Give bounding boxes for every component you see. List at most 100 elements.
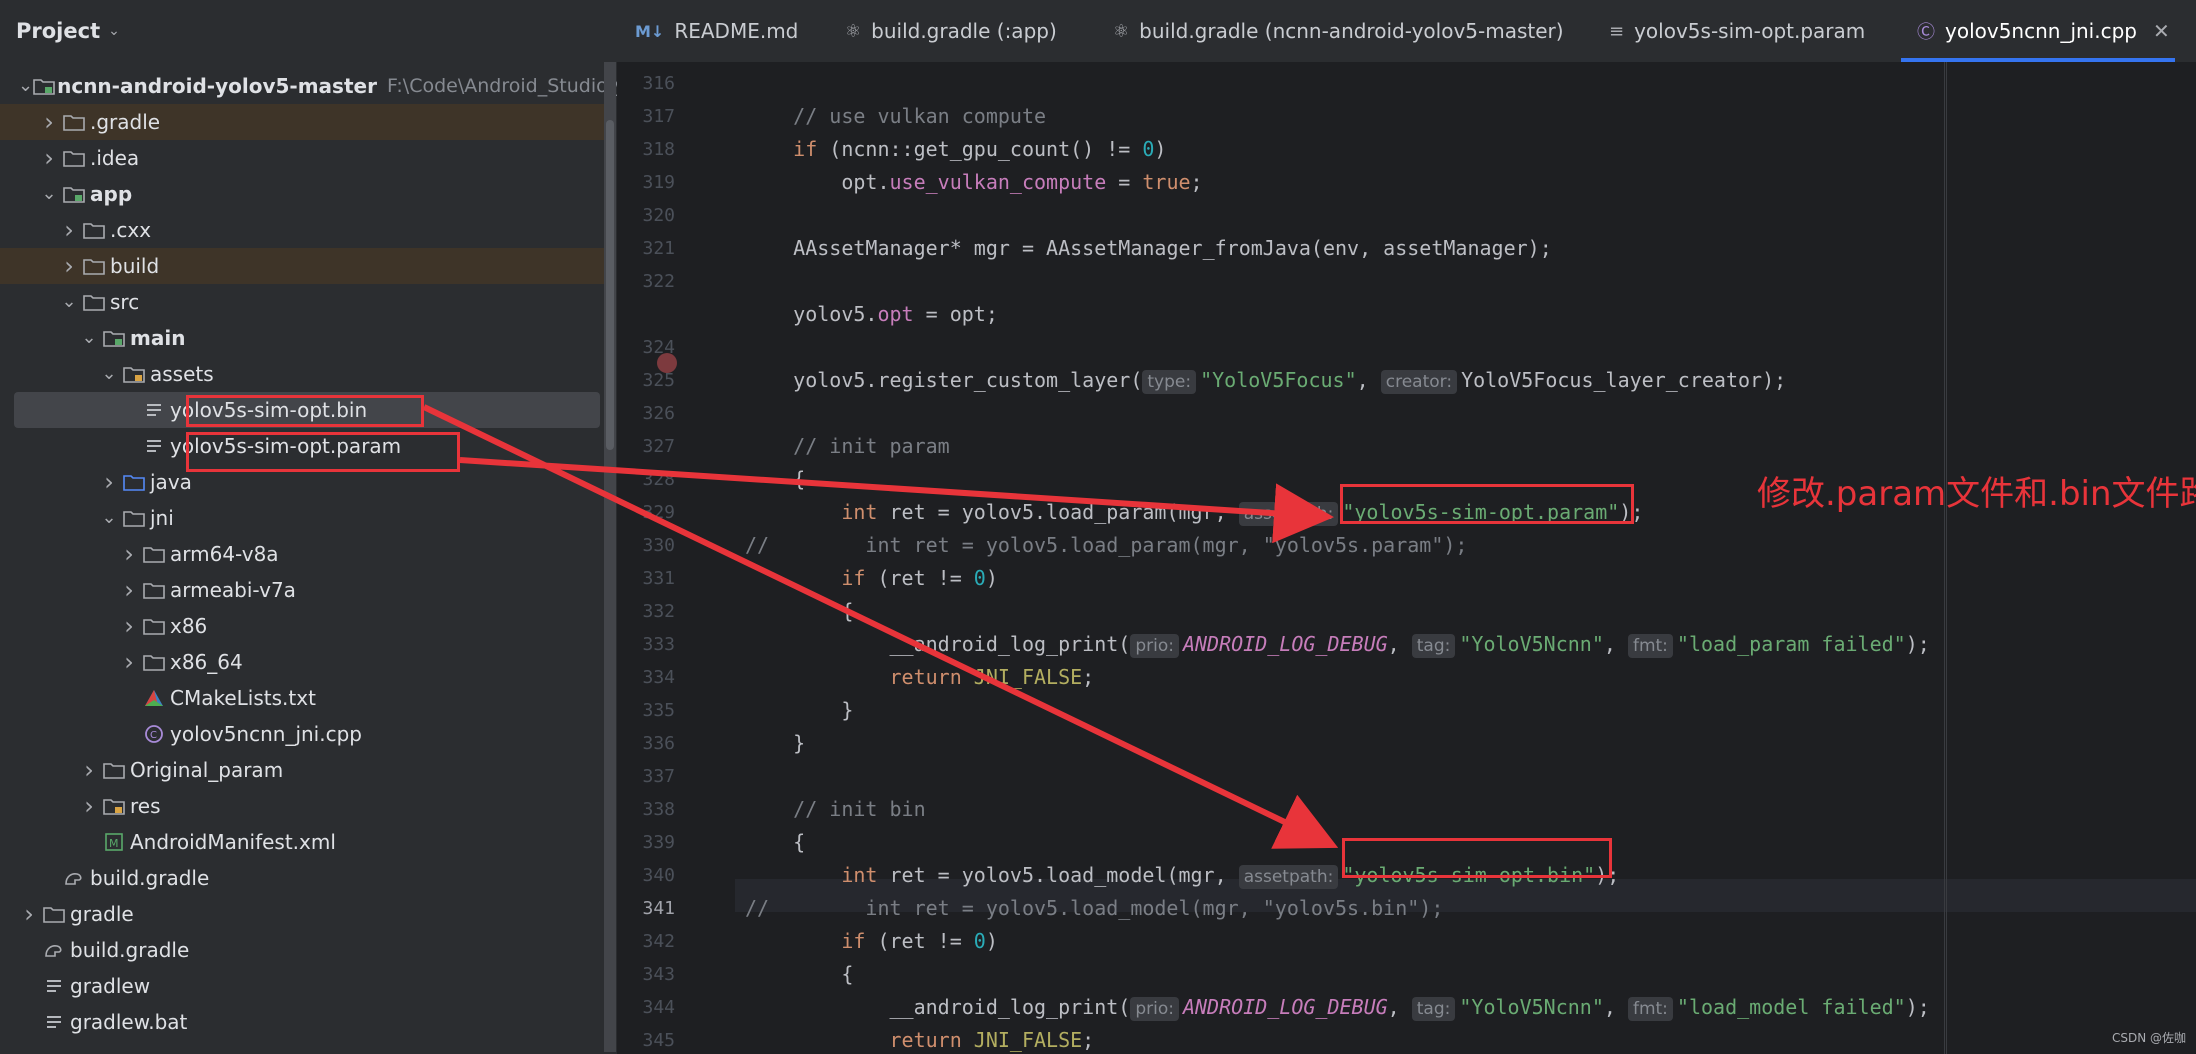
tab-param-file[interactable]: ≡ yolov5s-sim-opt.param: [1609, 0, 1865, 62]
tree-scrollbar-thumb[interactable]: [606, 120, 614, 450]
tree-item[interactable]: ⌄ app: [0, 176, 604, 212]
tree-item[interactable]: › build: [0, 248, 604, 284]
line-number[interactable]: [617, 298, 675, 331]
tree-item[interactable]: M AndroidManifest.xml: [0, 824, 604, 860]
line-number[interactable]: 319: [617, 166, 675, 199]
code-line: {: [793, 467, 806, 491]
chevron-right-icon[interactable]: ›: [18, 896, 40, 932]
tree-item[interactable]: › armeabi-v7a: [0, 572, 604, 608]
chevron-down-icon[interactable]: ⌄: [38, 176, 60, 212]
line-number[interactable]: 334: [617, 661, 675, 694]
line-number[interactable]: 341: [617, 892, 675, 925]
line-number[interactable]: 322: [617, 265, 675, 298]
tree-item[interactable]: gradlew: [0, 968, 604, 1004]
tree-item-label: .gradle: [90, 110, 161, 134]
tab-build-gradle-app[interactable]: ⚛ build.gradle (:app): [845, 0, 1057, 62]
tree-item[interactable]: › res: [0, 788, 604, 824]
line-number[interactable]: 336: [617, 727, 675, 760]
chevron-right-icon[interactable]: ›: [98, 464, 120, 500]
tab-readme[interactable]: M↓ README.md: [635, 0, 798, 62]
chevron-right-icon[interactable]: ›: [58, 248, 80, 284]
code-line: return JNI_FALSE;: [889, 665, 1095, 689]
gutter[interactable]: 316 317 318 319 320 321 322 324 325 326 327 328 329 3…: [617, 62, 735, 1054]
svg-text:M: M: [109, 837, 119, 850]
line-number[interactable]: 316: [617, 67, 675, 100]
line-number[interactable]: 317: [617, 100, 675, 133]
chevron-down-icon[interactable]: ⌄: [108, 23, 120, 39]
line-number[interactable]: 326: [617, 397, 675, 430]
line-number[interactable]: 330: [617, 529, 675, 562]
tree-item[interactable]: › Original_param: [0, 752, 604, 788]
chevron-right-icon[interactable]: ›: [118, 572, 140, 608]
parameter-hint: creator:: [1380, 370, 1458, 394]
project-header[interactable]: Project ⌄: [0, 0, 617, 62]
tree-item[interactable]: › gradle: [0, 896, 604, 932]
tree-item[interactable]: CMakeLists.txt: [0, 680, 604, 716]
tab-cpp-file[interactable]: Ⓒ yolov5ncnn_jni.cpp ✕: [1917, 0, 2170, 62]
tab-build-gradle-project[interactable]: ⚛ build.gradle (ncnn-android-yolov5-mast…: [1113, 0, 1564, 62]
chevron-right-icon[interactable]: ›: [58, 212, 80, 248]
chevron-down-icon[interactable]: ⌄: [18, 68, 33, 104]
line-number[interactable]: 343: [617, 958, 675, 991]
code-line: yolov5.register_custom_layer(type: "YoloV…: [793, 368, 1787, 394]
line-number[interactable]: 329: [617, 496, 675, 529]
tree-item[interactable]: gradlew.bat: [0, 1004, 604, 1040]
tree-item[interactable]: ⌄ src: [0, 284, 604, 320]
chevron-right-icon[interactable]: ›: [118, 644, 140, 680]
tree-item[interactable]: › .idea: [0, 140, 604, 176]
folder-icon: [140, 615, 168, 637]
tree-item[interactable]: Cyolov5ncnn_jni.cpp: [0, 716, 604, 752]
line-number[interactable]: 331: [617, 562, 675, 595]
chevron-down-icon[interactable]: ⌄: [98, 500, 120, 536]
chevron-right-icon[interactable]: ›: [118, 536, 140, 572]
tree-item[interactable]: build.gradle: [0, 860, 604, 896]
line-number[interactable]: 328: [617, 463, 675, 496]
line-number[interactable]: 342: [617, 925, 675, 958]
tree-item[interactable]: › .gradle: [0, 104, 604, 140]
tree-item[interactable]: ⌄ jni: [0, 500, 604, 536]
line-number[interactable]: 344: [617, 991, 675, 1024]
line-number[interactable]: 318: [617, 133, 675, 166]
chevron-down-icon[interactable]: ⌄: [58, 284, 80, 320]
chevron-right-icon[interactable]: ›: [38, 140, 60, 176]
line-number[interactable]: 320: [617, 199, 675, 232]
line-number[interactable]: 332: [617, 595, 675, 628]
highlight-box-param-path: [1340, 484, 1634, 524]
chevron-right-icon[interactable]: ›: [78, 788, 100, 824]
project-title[interactable]: Project: [16, 19, 100, 43]
code-line: // int ret = yolov5.load_model(mgr, "yol…: [745, 896, 1444, 920]
tree-item[interactable]: ⌄ ncnn-android-yolov5-master F:\Code\Andro…: [0, 68, 617, 104]
line-number[interactable]: 340: [617, 859, 675, 892]
tree-item[interactable]: build.gradle: [0, 932, 604, 968]
chevron-right-icon[interactable]: ›: [78, 752, 100, 788]
code-line: // init bin: [793, 797, 926, 821]
line-number[interactable]: 345: [617, 1024, 675, 1054]
breakpoint-icon[interactable]: [657, 353, 677, 373]
highlight-box-param-file: [186, 432, 460, 472]
tree-item[interactable]: ⌄ assets: [0, 356, 604, 392]
line-number[interactable]: 321: [617, 232, 675, 265]
line-number[interactable]: 339: [617, 826, 675, 859]
line-number[interactable]: 338: [617, 793, 675, 826]
markdown-icon: M↓: [635, 21, 665, 41]
tree-item[interactable]: › .cxx: [0, 212, 604, 248]
tree-item[interactable]: ⌄ main: [0, 320, 604, 356]
line-number[interactable]: 335: [617, 694, 675, 727]
code-editor[interactable]: 316 317 318 319 320 321 322 324 325 326 327 328 329 3…: [617, 62, 2196, 1054]
chevron-right-icon[interactable]: ›: [38, 104, 60, 140]
tree-item[interactable]: › x86_64: [0, 644, 604, 680]
tree-item[interactable]: › arm64-v8a: [0, 536, 604, 572]
code-line: // use vulkan compute: [793, 104, 1047, 128]
gradle-icon: ⚛: [845, 20, 862, 42]
tree-item[interactable]: › x86: [0, 608, 604, 644]
chevron-right-icon[interactable]: ›: [118, 608, 140, 644]
folder-icon: [80, 291, 108, 313]
line-number[interactable]: 333: [617, 628, 675, 661]
chevron-down-icon[interactable]: ⌄: [98, 356, 120, 392]
chevron-down-icon[interactable]: ⌄: [78, 320, 100, 356]
line-number[interactable]: 337: [617, 760, 675, 793]
close-icon[interactable]: ✕: [2153, 19, 2170, 43]
module-folder-icon: [60, 183, 88, 205]
svg-text:C: C: [150, 730, 157, 741]
line-number[interactable]: 327: [617, 430, 675, 463]
